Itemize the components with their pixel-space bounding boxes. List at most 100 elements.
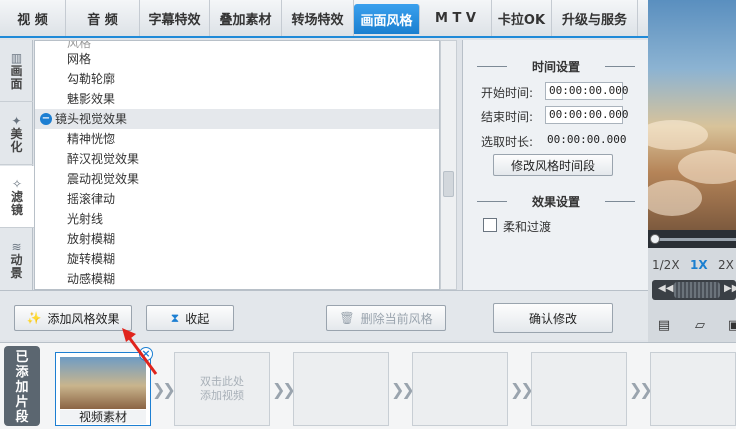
preview-cloud (678, 150, 736, 184)
tab-2[interactable]: 字幕特效 (140, 0, 210, 36)
side-tab-0[interactable]: ▥ 画面 (0, 40, 33, 102)
clip-slot-empty[interactable] (293, 352, 389, 426)
tree-item-label: 醉汉视觉效果 (67, 152, 140, 166)
duration-value: 00:00:00.000 (547, 133, 627, 146)
tab-6[interactable]: M T V (420, 0, 492, 36)
forward-icon[interactable]: ▶▶ (724, 283, 736, 294)
chevron-right-icon: ❯❯ (152, 380, 176, 399)
tree-item-label: 摇滚律动 (67, 192, 116, 206)
top-tab-bar: 视 频音 频字幕特效 叠加素材 转场特效 画面风格 M T V 卡拉OK 升级与服务 (0, 0, 648, 38)
tree-item[interactable]: 放射模糊 (35, 229, 439, 249)
tree-item[interactable]: 光射线 (35, 209, 439, 229)
folder-open-icon[interactable]: ▱ (690, 318, 710, 334)
start-time-label: 开始时间: (481, 86, 534, 100)
tab-3[interactable]: 叠加素材 (210, 0, 282, 36)
chevron-right-icon: ❯❯ (272, 380, 296, 399)
clip-slot-empty[interactable]: 双击此处 添加视频 (174, 352, 270, 426)
tree-group[interactable]: − 镜头视觉效果 (35, 109, 439, 129)
side-tab-icon: ✧ (11, 176, 23, 191)
end-time-label: 结束时间: (481, 110, 534, 124)
tree-item-label: 魅影效果 (67, 92, 116, 106)
tree-scrollbar[interactable] (440, 40, 457, 290)
soft-transition-label: 柔和过渡 (503, 220, 552, 234)
tree-item[interactable]: 勾勒轮廓 (35, 69, 439, 89)
collapse-minus-icon[interactable]: − (40, 113, 52, 125)
tab-8[interactable]: 升级与服务 (552, 0, 638, 36)
side-tab-icon: ▥ (10, 50, 23, 65)
tree-item-label: 镜头视觉效果 (55, 112, 128, 126)
tab-0[interactable]: 视 频 (0, 0, 66, 36)
clip-slot-1[interactable]: 视频素材 (55, 352, 151, 426)
tree-item[interactable]: 摇滚律动 (35, 189, 439, 209)
tree-item-label: 网格 (67, 52, 92, 66)
speed-half[interactable]: 1/2X (652, 258, 680, 272)
add-style-button[interactable]: ✨ 添加风格效果 (14, 305, 132, 331)
collapse-icon: ⧗ (170, 310, 180, 325)
side-tab-label: 滤镜 (10, 189, 23, 217)
clip-slot-empty[interactable] (531, 352, 627, 426)
time-settings-title: 时间设置 (463, 58, 649, 75)
modify-time-button[interactable]: 修改风格时间段 (493, 154, 613, 176)
speed-2x[interactable]: 2X (718, 258, 734, 272)
tree-item[interactable]: 震动视觉效果 (35, 169, 439, 189)
tab-4[interactable]: 转场特效 (282, 0, 354, 36)
tree-item-label: 旋转模糊 (67, 252, 116, 266)
chevron-right-icon: ❯❯ (629, 380, 653, 399)
preview-cloud (648, 180, 702, 216)
rewind-icon[interactable]: ◀◀ (658, 283, 673, 294)
tree-item-label: 放射模糊 (67, 232, 116, 246)
action-bar: ✨ 添加风格效果 ⧗ 收起 🗑 删除当前风格 确认修改 (0, 290, 648, 340)
add-video-hint: 双击此处 添加视频 (200, 375, 244, 402)
side-tab-label: 画面 (10, 63, 23, 91)
video-preview (648, 0, 736, 230)
clip-caption: 视频素材 (60, 410, 146, 424)
delete-style-button[interactable]: 🗑 删除当前风格 (326, 305, 446, 331)
side-tab-3[interactable]: ≋ 动景 (0, 229, 33, 291)
jog-wheel[interactable] (674, 282, 720, 298)
side-tab-label: 美化 (10, 126, 23, 154)
side-tab-label: 动景 (10, 252, 23, 280)
tree-item[interactable]: 醉汉视觉效果 (35, 149, 439, 169)
delete-style-label: 删除当前风格 (360, 311, 433, 326)
new-project-icon[interactable]: ▤ (654, 318, 674, 334)
speed-1x[interactable]: 1X (690, 258, 708, 272)
chevron-right-icon: ❯❯ (510, 380, 534, 399)
preview-seek-bar[interactable] (648, 230, 736, 248)
time-settings-panel: 时间设置 开始时间: 00:00:00.000 结束时间: 00:00:00.0… (462, 40, 648, 290)
tab-1[interactable]: 音 频 (66, 0, 140, 36)
tree-item[interactable]: 精神恍惚 (35, 129, 439, 149)
seek-knob[interactable] (650, 234, 660, 244)
clip-slot-empty[interactable] (412, 352, 508, 426)
tree-item-label: 动感模糊 (67, 272, 116, 286)
magic-wand-icon: ✨ (26, 311, 42, 325)
filter-tree-list: 风格 网格 勾勒轮廓 魅影效果 − 镜头视觉效果 精神恍惚 醉汉视觉效果 震动视觉效果 摇滚律动… (34, 40, 440, 290)
tab-5[interactable]: 画面风格 (354, 4, 420, 34)
clip-thumbnail (60, 357, 146, 409)
trash-icon: 🗑 (339, 311, 355, 325)
side-tab-2[interactable]: ✧ 滤镜 (0, 166, 34, 228)
side-tab-icon: ✦ (11, 113, 22, 128)
end-time-field[interactable]: 00:00:00.000 (545, 106, 628, 124)
collapse-label: 收起 (185, 311, 210, 326)
preview-cloud (648, 120, 708, 150)
tree-item[interactable]: 网格 (35, 49, 439, 69)
save-icon[interactable]: ▣ (724, 318, 736, 334)
added-clips-label: 已添加片段 (4, 346, 40, 426)
start-time-field[interactable]: 00:00:00.000 (545, 82, 628, 100)
jog-wheel-control[interactable]: ◀◀ ▶▶ (652, 280, 736, 300)
collapse-button[interactable]: ⧗ 收起 (146, 305, 234, 331)
clip-slot-empty[interactable] (650, 352, 736, 426)
soft-transition-checkbox[interactable] (483, 218, 497, 232)
tree-item[interactable]: 旋转模糊 (35, 249, 439, 269)
tree-item-label: 精神恍惚 (67, 132, 116, 146)
tree-item-label: 勾勒轮廓 (67, 72, 116, 86)
tree-item[interactable]: 动感模糊 (35, 269, 439, 289)
confirm-button[interactable]: 确认修改 (493, 303, 613, 333)
tree-item[interactable]: 魅影效果 (35, 89, 439, 109)
scrollbar-thumb[interactable] (443, 171, 454, 197)
remove-clip-icon[interactable]: × (139, 347, 153, 361)
tab-7[interactable]: 卡拉OK (492, 0, 552, 36)
side-tab-1[interactable]: ✦ 美化 (0, 103, 33, 165)
duration-label: 选取时长: (481, 135, 534, 149)
tree-item-label: 震动视觉效果 (67, 172, 140, 186)
